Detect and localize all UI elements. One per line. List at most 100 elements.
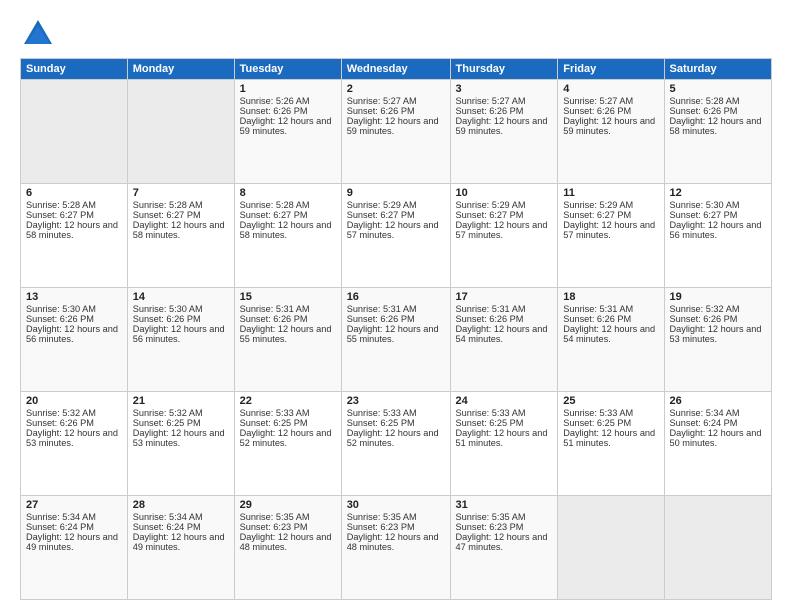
sunrise-text: Sunrise: 5:32 AM xyxy=(26,408,96,418)
daylight-text: Daylight: 12 hours and 48 minutes. xyxy=(240,532,332,552)
calendar-cell xyxy=(558,496,664,600)
sunset-text: Sunset: 6:26 PM xyxy=(670,314,738,324)
calendar-cell: 15Sunrise: 5:31 AMSunset: 6:26 PMDayligh… xyxy=(234,288,341,392)
sunset-text: Sunset: 6:23 PM xyxy=(240,522,308,532)
day-number: 24 xyxy=(456,395,553,407)
calendar-table: SundayMondayTuesdayWednesdayThursdayFrid… xyxy=(20,58,772,600)
logo-icon xyxy=(20,16,56,52)
daylight-text: Daylight: 12 hours and 58 minutes. xyxy=(133,220,225,240)
day-number: 20 xyxy=(26,395,122,407)
sunset-text: Sunset: 6:25 PM xyxy=(347,418,415,428)
sunset-text: Sunset: 6:24 PM xyxy=(133,522,201,532)
daylight-text: Daylight: 12 hours and 53 minutes. xyxy=(26,428,118,448)
daylight-text: Daylight: 12 hours and 58 minutes. xyxy=(26,220,118,240)
logo xyxy=(20,16,60,52)
day-header-thursday: Thursday xyxy=(450,59,558,80)
calendar-cell: 18Sunrise: 5:31 AMSunset: 6:26 PMDayligh… xyxy=(558,288,664,392)
daylight-text: Daylight: 12 hours and 59 minutes. xyxy=(456,116,548,136)
calendar-header-row: SundayMondayTuesdayWednesdayThursdayFrid… xyxy=(21,59,772,80)
day-header-saturday: Saturday xyxy=(664,59,771,80)
sunrise-text: Sunrise: 5:28 AM xyxy=(670,96,740,106)
daylight-text: Daylight: 12 hours and 57 minutes. xyxy=(456,220,548,240)
daylight-text: Daylight: 12 hours and 56 minutes. xyxy=(26,324,118,344)
day-header-monday: Monday xyxy=(127,59,234,80)
sunrise-text: Sunrise: 5:34 AM xyxy=(26,512,96,522)
sunset-text: Sunset: 6:25 PM xyxy=(240,418,308,428)
sunset-text: Sunset: 6:26 PM xyxy=(26,314,94,324)
day-number: 28 xyxy=(133,499,229,511)
calendar-cell: 9Sunrise: 5:29 AMSunset: 6:27 PMDaylight… xyxy=(341,184,450,288)
calendar-cell: 1Sunrise: 5:26 AMSunset: 6:26 PMDaylight… xyxy=(234,80,341,184)
sunrise-text: Sunrise: 5:31 AM xyxy=(240,304,310,314)
daylight-text: Daylight: 12 hours and 53 minutes. xyxy=(133,428,225,448)
day-number: 30 xyxy=(347,499,445,511)
sunset-text: Sunset: 6:27 PM xyxy=(456,210,524,220)
calendar-cell: 10Sunrise: 5:29 AMSunset: 6:27 PMDayligh… xyxy=(450,184,558,288)
daylight-text: Daylight: 12 hours and 52 minutes. xyxy=(347,428,439,448)
sunset-text: Sunset: 6:27 PM xyxy=(26,210,94,220)
day-number: 16 xyxy=(347,291,445,303)
daylight-text: Daylight: 12 hours and 53 minutes. xyxy=(670,324,762,344)
calendar-cell xyxy=(21,80,128,184)
day-number: 9 xyxy=(347,187,445,199)
calendar-cell: 27Sunrise: 5:34 AMSunset: 6:24 PMDayligh… xyxy=(21,496,128,600)
daylight-text: Daylight: 12 hours and 51 minutes. xyxy=(456,428,548,448)
calendar-cell xyxy=(127,80,234,184)
sunset-text: Sunset: 6:27 PM xyxy=(347,210,415,220)
calendar-cell: 16Sunrise: 5:31 AMSunset: 6:26 PMDayligh… xyxy=(341,288,450,392)
sunrise-text: Sunrise: 5:35 AM xyxy=(456,512,526,522)
week-row-2: 6Sunrise: 5:28 AMSunset: 6:27 PMDaylight… xyxy=(21,184,772,288)
sunrise-text: Sunrise: 5:27 AM xyxy=(456,96,526,106)
sunrise-text: Sunrise: 5:30 AM xyxy=(26,304,96,314)
sunset-text: Sunset: 6:26 PM xyxy=(563,314,631,324)
daylight-text: Daylight: 12 hours and 58 minutes. xyxy=(240,220,332,240)
day-header-tuesday: Tuesday xyxy=(234,59,341,80)
calendar-cell: 17Sunrise: 5:31 AMSunset: 6:26 PMDayligh… xyxy=(450,288,558,392)
sunset-text: Sunset: 6:26 PM xyxy=(133,314,201,324)
daylight-text: Daylight: 12 hours and 56 minutes. xyxy=(133,324,225,344)
sunset-text: Sunset: 6:26 PM xyxy=(347,106,415,116)
calendar-cell: 25Sunrise: 5:33 AMSunset: 6:25 PMDayligh… xyxy=(558,392,664,496)
sunrise-text: Sunrise: 5:30 AM xyxy=(133,304,203,314)
daylight-text: Daylight: 12 hours and 55 minutes. xyxy=(347,324,439,344)
sunset-text: Sunset: 6:26 PM xyxy=(456,314,524,324)
daylight-text: Daylight: 12 hours and 50 minutes. xyxy=(670,428,762,448)
sunrise-text: Sunrise: 5:34 AM xyxy=(133,512,203,522)
calendar-cell: 11Sunrise: 5:29 AMSunset: 6:27 PMDayligh… xyxy=(558,184,664,288)
week-row-4: 20Sunrise: 5:32 AMSunset: 6:26 PMDayligh… xyxy=(21,392,772,496)
calendar-cell: 8Sunrise: 5:28 AMSunset: 6:27 PMDaylight… xyxy=(234,184,341,288)
sunrise-text: Sunrise: 5:29 AM xyxy=(563,200,633,210)
sunrise-text: Sunrise: 5:26 AM xyxy=(240,96,310,106)
header xyxy=(20,16,772,52)
calendar-cell: 26Sunrise: 5:34 AMSunset: 6:24 PMDayligh… xyxy=(664,392,771,496)
day-number: 29 xyxy=(240,499,336,511)
day-number: 13 xyxy=(26,291,122,303)
calendar-cell: 22Sunrise: 5:33 AMSunset: 6:25 PMDayligh… xyxy=(234,392,341,496)
calendar-cell: 20Sunrise: 5:32 AMSunset: 6:26 PMDayligh… xyxy=(21,392,128,496)
sunrise-text: Sunrise: 5:30 AM xyxy=(670,200,740,210)
sunset-text: Sunset: 6:26 PM xyxy=(347,314,415,324)
daylight-text: Daylight: 12 hours and 56 minutes. xyxy=(670,220,762,240)
sunrise-text: Sunrise: 5:33 AM xyxy=(456,408,526,418)
daylight-text: Daylight: 12 hours and 59 minutes. xyxy=(347,116,439,136)
week-row-1: 1Sunrise: 5:26 AMSunset: 6:26 PMDaylight… xyxy=(21,80,772,184)
calendar-cell: 5Sunrise: 5:28 AMSunset: 6:26 PMDaylight… xyxy=(664,80,771,184)
sunset-text: Sunset: 6:25 PM xyxy=(133,418,201,428)
day-number: 12 xyxy=(670,187,766,199)
sunrise-text: Sunrise: 5:35 AM xyxy=(240,512,310,522)
day-number: 10 xyxy=(456,187,553,199)
sunrise-text: Sunrise: 5:29 AM xyxy=(456,200,526,210)
calendar-cell: 3Sunrise: 5:27 AMSunset: 6:26 PMDaylight… xyxy=(450,80,558,184)
day-number: 27 xyxy=(26,499,122,511)
calendar-cell: 12Sunrise: 5:30 AMSunset: 6:27 PMDayligh… xyxy=(664,184,771,288)
sunset-text: Sunset: 6:25 PM xyxy=(563,418,631,428)
day-number: 6 xyxy=(26,187,122,199)
sunset-text: Sunset: 6:26 PM xyxy=(456,106,524,116)
calendar-cell: 21Sunrise: 5:32 AMSunset: 6:25 PMDayligh… xyxy=(127,392,234,496)
sunrise-text: Sunrise: 5:32 AM xyxy=(133,408,203,418)
calendar-cell: 30Sunrise: 5:35 AMSunset: 6:23 PMDayligh… xyxy=(341,496,450,600)
day-number: 26 xyxy=(670,395,766,407)
daylight-text: Daylight: 12 hours and 49 minutes. xyxy=(26,532,118,552)
calendar-cell: 6Sunrise: 5:28 AMSunset: 6:27 PMDaylight… xyxy=(21,184,128,288)
day-number: 7 xyxy=(133,187,229,199)
